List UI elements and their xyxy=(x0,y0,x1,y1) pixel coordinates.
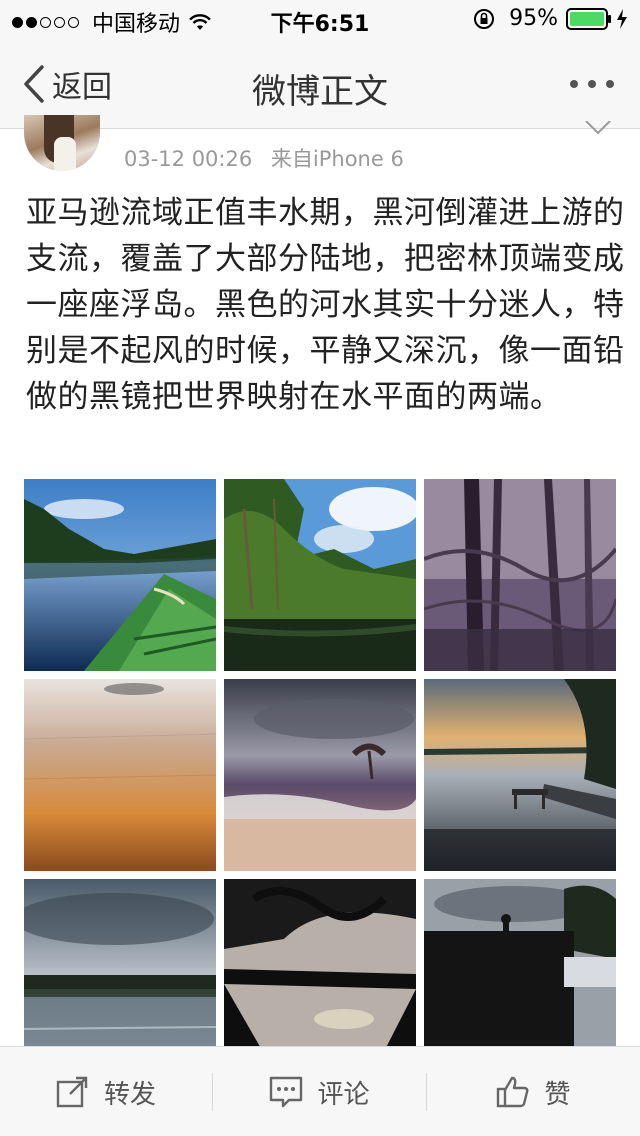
bookmark-star-icon[interactable] xyxy=(584,121,612,141)
rotation-lock-icon xyxy=(474,8,495,29)
photo-flooded-jungle xyxy=(224,479,416,671)
bottom-toolbar: 转发 评论 赞 xyxy=(0,1046,640,1136)
status-right: 95% xyxy=(473,6,628,31)
like-label: 赞 xyxy=(544,1079,571,1110)
photo-sunset-dock xyxy=(424,679,616,871)
photo-orange-water xyxy=(24,679,216,871)
repost-icon xyxy=(56,1076,88,1108)
photo-boat-river xyxy=(24,479,216,671)
repost-label: 转发 xyxy=(103,1079,156,1110)
more-options-icon[interactable] xyxy=(568,66,616,102)
repost-button[interactable]: 转发 xyxy=(0,1047,212,1136)
comment-button[interactable]: 评论 xyxy=(213,1047,426,1136)
photo-thumbnail[interactable] xyxy=(224,679,416,871)
thumbs-up-icon xyxy=(497,1076,529,1108)
charging-bolt-icon xyxy=(617,8,627,29)
photo-thumbnail[interactable] xyxy=(24,479,216,671)
photo-thumbnail[interactable] xyxy=(24,679,216,871)
photo-stormy-shore xyxy=(224,679,416,871)
battery-icon xyxy=(566,7,611,30)
post-timestamp: 03-12 00:26 xyxy=(124,147,253,171)
photo-thumbnail[interactable] xyxy=(224,879,416,1071)
photo-thumbnail[interactable] xyxy=(424,679,616,871)
weibo-post-screen: 中国移动 下午6:51 95% 返回 微博正文 03-12 00:26 来自iP… xyxy=(0,0,640,1136)
avatar[interactable] xyxy=(24,115,100,171)
photo-cloudy-treeline xyxy=(24,879,216,1071)
photo-thumbnail[interactable] xyxy=(224,479,416,671)
post-header: 03-12 00:26 来自iPhone 6 xyxy=(0,115,640,177)
page-title: 微博正文 xyxy=(252,72,388,112)
post-body-text: 亚马逊流域正值丰水期，黑河倒灌进上游的支流，覆盖了大部分陆地，把密林顶端变成一座… xyxy=(26,195,625,415)
comment-icon xyxy=(270,1076,303,1108)
photo-purple-forest xyxy=(424,479,616,671)
photo-hut-dusk xyxy=(424,879,616,1071)
status-bar: 中国移动 下午6:51 95% xyxy=(0,0,640,40)
like-button[interactable]: 赞 xyxy=(427,1047,640,1136)
post-meta: 03-12 00:26 来自iPhone 6 xyxy=(124,143,404,173)
photo-thumbnail[interactable] xyxy=(24,879,216,1071)
comment-label: 评论 xyxy=(317,1079,370,1110)
battery-percent: 95% xyxy=(509,6,558,31)
photo-thumbnail[interactable] xyxy=(424,879,616,1071)
photo-dark-reflection xyxy=(224,879,416,1071)
post-source: 来自iPhone 6 xyxy=(270,147,404,171)
photo-thumbnail[interactable] xyxy=(424,479,616,671)
